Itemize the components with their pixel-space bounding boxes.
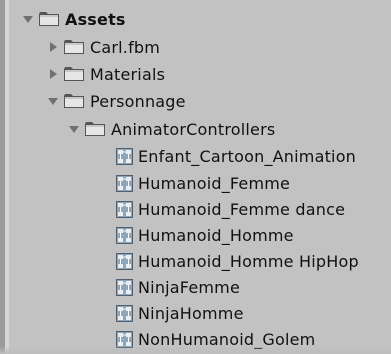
tree-item-label: AnimatorControllers <box>111 119 276 139</box>
animator-controller-icon <box>116 200 133 218</box>
animator-controller-icon <box>116 252 133 270</box>
tree-item-label: Enfant_Cartoon_Animation <box>138 146 357 166</box>
folder-icon <box>85 122 105 136</box>
project-panel: Assets Carl.fbm Materials Personnage Ani… <box>0 0 391 354</box>
expand-arrow-down-icon[interactable] <box>68 123 80 135</box>
tree-item-label: Humanoid_Homme HipHop <box>138 251 359 271</box>
animator-controller-icon <box>116 330 133 348</box>
expand-arrow-right-icon[interactable] <box>47 41 59 53</box>
tree-item-label: Personnage <box>90 91 186 111</box>
tree-item-assets[interactable]: Assets <box>22 6 126 32</box>
animator-controller-icon <box>116 147 133 165</box>
tree-item-controller[interactable]: NinjaFemme <box>116 274 240 300</box>
tree-item-label: NinjaFemme <box>138 277 240 297</box>
tree-item-controller[interactable]: NinjaHomme <box>116 300 244 326</box>
expand-arrow-right-icon[interactable] <box>47 68 59 80</box>
tree-item-label: NinjaHomme <box>138 303 244 323</box>
tree-item-controller[interactable]: Humanoid_Homme <box>116 222 294 248</box>
animator-controller-icon <box>116 278 133 296</box>
tree-item-controller[interactable]: Humanoid_Femme <box>116 170 290 196</box>
expand-arrow-down-icon[interactable] <box>47 95 59 107</box>
tree-item-label: Materials <box>90 64 166 84</box>
folder-icon <box>39 12 59 26</box>
animator-controller-icon <box>116 174 133 192</box>
tree-item-label: Humanoid_Femme dance <box>138 199 346 219</box>
tree-item-label: Carl.fbm <box>90 37 161 57</box>
folder-icon <box>64 94 84 108</box>
tree-item-label: Humanoid_Homme <box>138 225 294 245</box>
folder-icon <box>64 67 84 81</box>
expand-arrow-down-icon[interactable] <box>22 13 34 25</box>
bottom-shadow <box>0 346 391 354</box>
tree-item-carl-fbm[interactable]: Carl.fbm <box>47 34 160 60</box>
tree-item-materials[interactable]: Materials <box>47 61 165 87</box>
tree-item-label: Assets <box>65 9 126 29</box>
tree-item-controller[interactable]: Enfant_Cartoon_Animation <box>116 143 356 169</box>
animator-controller-icon <box>116 304 133 322</box>
tree-item-personnage[interactable]: Personnage <box>47 88 186 114</box>
tree-item-controller[interactable]: Humanoid_Homme HipHop <box>116 248 359 274</box>
tree-item-label: Humanoid_Femme <box>138 173 291 193</box>
folder-icon <box>64 40 84 54</box>
tree-item-controller[interactable]: Humanoid_Femme dance <box>116 196 345 222</box>
tree-item-animator-controllers[interactable]: AnimatorControllers <box>68 116 275 142</box>
panel-border-highlight <box>5 0 9 354</box>
animator-controller-icon <box>116 226 133 244</box>
